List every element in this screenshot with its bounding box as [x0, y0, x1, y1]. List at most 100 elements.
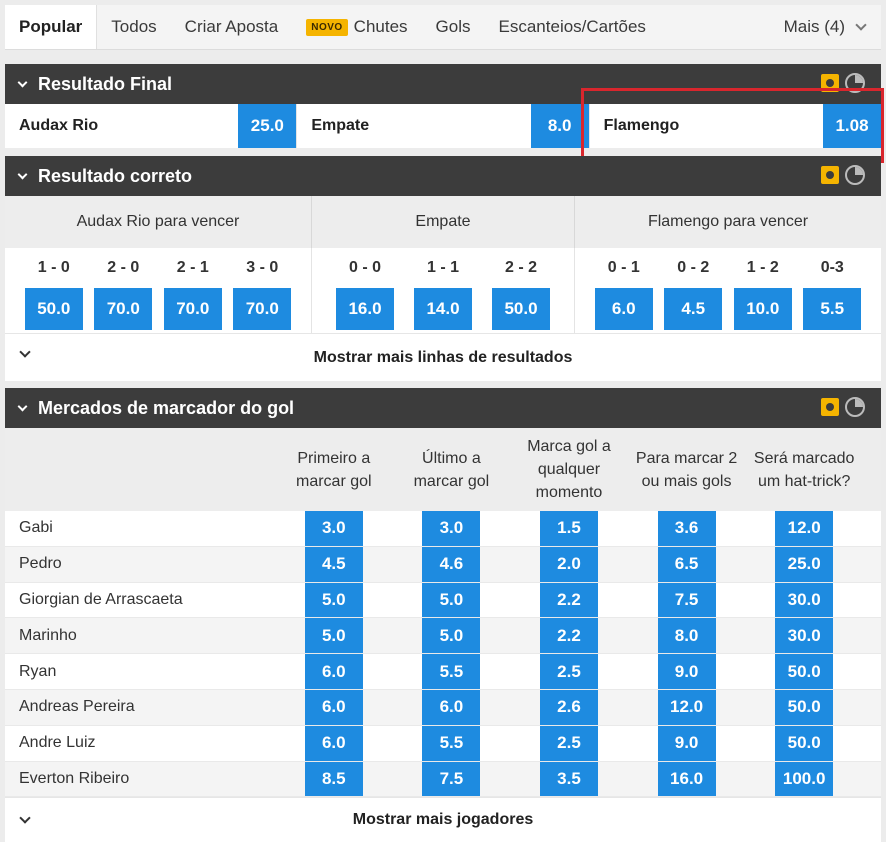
tab-criar-aposta[interactable]: Criar Aposta	[171, 5, 293, 49]
table-row: Gabi 3.0 3.0 1.5 3.6 12.0	[5, 511, 881, 547]
tab-escanteios-cartoes[interactable]: Escanteios/Cartões	[485, 5, 660, 49]
odd-button[interactable]: 2.5	[539, 654, 598, 689]
odd-button[interactable]: 5.5	[803, 288, 862, 330]
score-item: 2 - 2 50.0	[492, 248, 550, 333]
tab-popular[interactable]: Popular	[5, 5, 98, 49]
section-title: Mercados de marcador do gol	[38, 397, 295, 418]
section-header-resultado-final[interactable]: Resultado Final	[5, 64, 881, 104]
odd-button[interactable]: 4.6	[422, 546, 481, 582]
odd-button[interactable]: 6.0	[422, 689, 481, 725]
odd-cell: 50.0	[745, 725, 863, 761]
odd-button[interactable]: 14.0	[414, 288, 472, 330]
odd-button[interactable]: 50.0	[775, 654, 834, 689]
odd-button[interactable]: 12.0	[657, 689, 716, 725]
odd-button[interactable]: 5.0	[422, 618, 481, 654]
odd-button[interactable]: 12.0	[775, 511, 834, 546]
column-header: Para marcar 2 ou mais gols	[635, 449, 738, 490]
odd-button[interactable]: 100.0	[775, 761, 834, 797]
tab-chutes[interactable]: NOVO Chutes	[292, 5, 421, 49]
score-item: 0 - 1 6.0	[594, 248, 653, 333]
resultado-final-row: Audax Rio 25.0 Empate 8.0 Flamengo 1.08	[5, 104, 881, 148]
odd-button[interactable]: 8.5	[304, 761, 363, 797]
odd-button[interactable]: 25.0	[238, 104, 297, 148]
odd-button[interactable]: 10.0	[733, 288, 792, 330]
odd-cell: 6.0	[275, 725, 393, 761]
live-stream-icon[interactable]	[821, 74, 839, 92]
stats-icon[interactable]	[845, 165, 865, 185]
odd-button[interactable]: 4.5	[304, 546, 363, 582]
live-stream-icon[interactable]	[821, 398, 839, 416]
odd-button[interactable]: 2.6	[539, 689, 598, 725]
odd-cell: 3.5	[510, 761, 628, 797]
resultado-correto-panel: Audax Rio para vencer Empate Flamengo pa…	[5, 196, 881, 381]
odd-button[interactable]: 4.5	[664, 288, 723, 330]
odd-button[interactable]: 9.0	[657, 654, 716, 689]
stats-icon[interactable]	[845, 73, 865, 93]
odd-button[interactable]: 3.0	[304, 511, 363, 546]
tab-gols[interactable]: Gols	[422, 5, 485, 49]
outcome-label: Empate	[311, 117, 370, 134]
show-more-results-button[interactable]: Mostrar mais linhas de resultados	[5, 333, 881, 381]
odd-button[interactable]: 6.5	[657, 546, 716, 582]
odd-cell: 2.5	[510, 725, 628, 761]
score-label: 2 - 1	[176, 259, 209, 276]
tab-todos[interactable]: Todos	[97, 5, 170, 49]
odd-button[interactable]: 2.5	[539, 725, 598, 761]
odd-button[interactable]: 5.0	[304, 582, 363, 618]
stats-icon[interactable]	[845, 397, 865, 417]
odd-button[interactable]: 30.0	[775, 618, 834, 654]
odd-cell: 4.5	[275, 546, 393, 582]
odd-button[interactable]: 5.5	[422, 654, 481, 689]
odd-button[interactable]: 7.5	[422, 761, 481, 797]
live-stream-icon[interactable]	[821, 166, 839, 184]
odd-button[interactable]: 3.5	[539, 761, 598, 797]
odd-button[interactable]: 8.0	[657, 618, 716, 654]
odd-button[interactable]: 50.0	[24, 288, 83, 330]
odd-button[interactable]: 5.0	[422, 582, 481, 618]
tab-label: Popular	[19, 17, 83, 36]
section-header-resultado-correto[interactable]: Resultado correto	[5, 156, 881, 196]
odd-button[interactable]: 25.0	[775, 546, 834, 582]
tab-label: Criar Aposta	[184, 17, 279, 36]
odd-button[interactable]: 3.6	[657, 511, 716, 546]
tab-label: Escanteios/Cartões	[498, 17, 646, 36]
odd-button[interactable]: 9.0	[657, 725, 716, 761]
section-title: Resultado correto	[38, 165, 193, 186]
odd-button[interactable]: 2.0	[539, 546, 598, 582]
odd-button[interactable]: 6.0	[304, 725, 363, 761]
odd-button[interactable]: 6.0	[304, 689, 363, 725]
player-name: Andre Luiz	[19, 734, 96, 752]
tab-more[interactable]: Mais (4)	[770, 5, 881, 49]
odd-button[interactable]: 50.0	[775, 689, 834, 725]
odd-button[interactable]: 30.0	[775, 582, 834, 618]
player-name: Ryan	[19, 662, 57, 680]
section-header-marcador[interactable]: Mercados de marcador do gol	[5, 388, 881, 428]
odd-button[interactable]: 6.0	[594, 288, 653, 330]
score-item: 2 - 1 70.0	[163, 248, 222, 333]
odd-cell: 7.5	[393, 761, 511, 797]
odd-button[interactable]: 6.0	[304, 654, 363, 689]
odd-button[interactable]: 16.0	[336, 288, 394, 330]
odd-button[interactable]: 70.0	[94, 288, 153, 330]
score-item: 0 - 0 16.0	[336, 248, 394, 333]
odd-button[interactable]: 5.5	[422, 725, 481, 761]
odd-button[interactable]: 16.0	[657, 761, 716, 797]
odd-button[interactable]: 70.0	[163, 288, 222, 330]
odd-button[interactable]: 3.0	[422, 511, 481, 546]
show-more-players-button[interactable]: Mostrar mais jogadores	[5, 797, 881, 842]
odd-cell: 5.5	[393, 725, 511, 761]
odd-cell: 2.2	[510, 618, 628, 654]
odd-button[interactable]: 1.08	[822, 104, 881, 148]
odd-cell: 5.0	[393, 582, 511, 618]
odd-button[interactable]: 8.0	[530, 104, 589, 148]
column-header: Primeiro a marcar gol	[296, 449, 372, 490]
odd-button[interactable]: 2.2	[539, 618, 598, 654]
odd-button[interactable]: 50.0	[775, 725, 834, 761]
odd-button[interactable]: 2.2	[539, 582, 598, 618]
odd-button[interactable]: 5.0	[304, 618, 363, 654]
odd-cell: 12.0	[745, 511, 863, 546]
odd-button[interactable]: 7.5	[657, 582, 716, 618]
odd-button[interactable]: 70.0	[233, 288, 292, 330]
odd-button[interactable]: 1.5	[539, 511, 598, 546]
odd-button[interactable]: 50.0	[492, 288, 550, 330]
